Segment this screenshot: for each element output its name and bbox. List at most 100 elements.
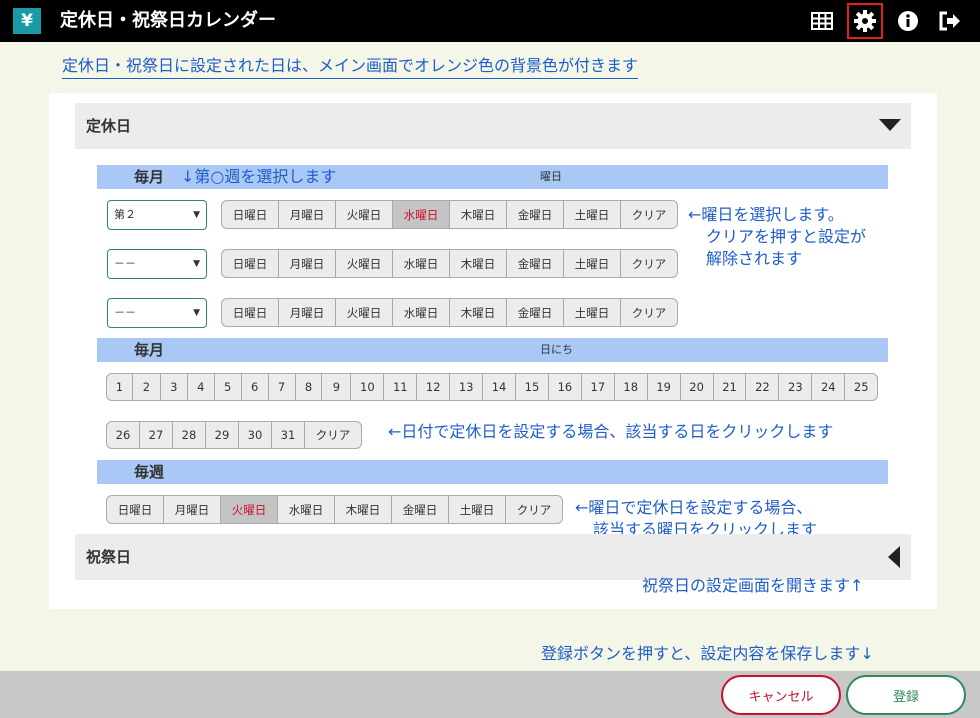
weekday-button[interactable]: 金曜日: [507, 201, 564, 228]
weekday-note-line: ←曜日を選択します。: [688, 205, 844, 224]
weekday-button[interactable]: 金曜日: [507, 299, 564, 326]
weekday-button[interactable]: 火曜日: [336, 299, 393, 326]
date-button[interactable]: 2: [133, 374, 161, 400]
date-button[interactable]: 24: [812, 374, 846, 400]
section-monthly-date: 毎月 日にち: [97, 338, 888, 362]
date-button[interactable]: 5: [215, 374, 242, 400]
date-button[interactable]: 27: [140, 422, 173, 448]
date-button[interactable]: 3: [161, 374, 188, 400]
weekday-buttons-1: 日曜日 月曜日 火曜日 水曜日 木曜日 金曜日 土曜日 クリア: [221, 200, 678, 229]
clear-button[interactable]: クリア: [621, 201, 677, 228]
date-button[interactable]: 16: [549, 374, 582, 400]
date-button[interactable]: 15: [516, 374, 549, 400]
date-button[interactable]: 19: [648, 374, 681, 400]
date-button[interactable]: 29: [206, 422, 239, 448]
date-button[interactable]: 9: [322, 374, 352, 400]
date-button[interactable]: 13: [450, 374, 484, 400]
weekly-button[interactable]: 木曜日: [335, 496, 392, 523]
weekday-button-selected[interactable]: 水曜日: [393, 201, 450, 228]
date-note: ←日付で定休日を設定する場合、該当する日をクリックします: [388, 422, 834, 441]
week-select-2[interactable]: －－ ▼: [107, 249, 207, 279]
weekday-button[interactable]: 木曜日: [450, 201, 507, 228]
save-button[interactable]: 登録: [846, 675, 966, 715]
weekly-button[interactable]: 月曜日: [164, 496, 221, 523]
chevron-down-icon: ▼: [193, 210, 200, 220]
weekday-button[interactable]: 月曜日: [279, 201, 336, 228]
date-buttons-2: 26 27 28 29 30 31 クリア: [106, 421, 362, 449]
section-title: 毎週: [134, 463, 165, 481]
section-note: ↓第○週を選択します: [181, 167, 337, 186]
section-title: 毎月: [134, 168, 165, 186]
weekday-note-line: 解除されます: [706, 249, 803, 268]
date-button[interactable]: 8: [296, 374, 323, 400]
date-button[interactable]: 12: [417, 374, 451, 400]
date-button[interactable]: 23: [779, 374, 813, 400]
date-button[interactable]: 10: [351, 374, 385, 400]
week-select-value: －－: [114, 257, 136, 270]
weekday-button[interactable]: 日曜日: [222, 299, 279, 326]
weekday-button[interactable]: 木曜日: [450, 250, 507, 277]
weekday-button[interactable]: 水曜日: [393, 299, 450, 326]
weekday-button[interactable]: 金曜日: [507, 250, 564, 277]
section-subtitle: 日にち: [540, 343, 573, 356]
date-button[interactable]: 11: [384, 374, 418, 400]
weekday-button[interactable]: 日曜日: [222, 250, 279, 277]
gear-icon[interactable]: [847, 3, 883, 39]
logout-icon[interactable]: [934, 5, 966, 37]
chevron-down-icon: ▼: [193, 259, 200, 269]
date-button[interactable]: 26: [107, 422, 140, 448]
date-button[interactable]: 21: [714, 374, 747, 400]
intro-note[interactable]: 定休日・祝祭日に設定された日は、メイン画面でオレンジ色の背景色が付きます: [62, 52, 639, 79]
clear-button[interactable]: クリア: [305, 422, 361, 448]
date-button[interactable]: 17: [582, 374, 615, 400]
weekday-button[interactable]: 月曜日: [279, 299, 336, 326]
weekday-button[interactable]: 月曜日: [279, 250, 336, 277]
date-button[interactable]: 4: [188, 374, 215, 400]
holidays-accordion-header[interactable]: 祝祭日: [75, 534, 911, 580]
info-icon[interactable]: [892, 5, 924, 37]
weekday-button[interactable]: 土曜日: [564, 250, 621, 277]
weekday-button[interactable]: 水曜日: [393, 250, 450, 277]
weekly-button[interactable]: 水曜日: [278, 496, 335, 523]
clear-button[interactable]: クリア: [621, 250, 677, 277]
date-button[interactable]: 20: [681, 374, 714, 400]
date-button[interactable]: 31: [272, 422, 305, 448]
weekday-button[interactable]: 土曜日: [564, 201, 621, 228]
weekday-note: ←曜日を選択します。 クリアを押すと設定が 解除されます: [688, 204, 866, 270]
cancel-button[interactable]: キャンセル: [721, 675, 841, 715]
date-button[interactable]: 7: [269, 374, 296, 400]
weekly-button[interactable]: 土曜日: [449, 496, 506, 523]
weekly-button[interactable]: 金曜日: [392, 496, 449, 523]
top-bar: ¥ 定休日・祝祭日カレンダー: [0, 0, 980, 42]
weekday-button[interactable]: 日曜日: [222, 201, 279, 228]
clear-button[interactable]: クリア: [621, 299, 677, 326]
holidays-title: 祝祭日: [86, 548, 132, 566]
section-title: 毎月: [134, 341, 165, 359]
date-button[interactable]: 30: [239, 422, 272, 448]
date-button[interactable]: 22: [746, 374, 780, 400]
date-button[interactable]: 1: [107, 374, 133, 400]
weekday-button[interactable]: 火曜日: [336, 201, 393, 228]
date-button[interactable]: 6: [242, 374, 269, 400]
teikyubi-title: 定休日: [86, 117, 132, 135]
weekday-button[interactable]: 火曜日: [336, 250, 393, 277]
weekly-button[interactable]: 日曜日: [107, 496, 164, 523]
teikyubi-accordion-header[interactable]: 定休日: [75, 103, 911, 149]
weekday-button[interactable]: 木曜日: [450, 299, 507, 326]
week-select-3[interactable]: －－ ▼: [107, 298, 207, 328]
date-button[interactable]: 25: [845, 374, 877, 400]
clear-button[interactable]: クリア: [506, 496, 562, 523]
date-button[interactable]: 18: [615, 374, 648, 400]
weekday-button[interactable]: 土曜日: [564, 299, 621, 326]
section-monthly-week: 毎月 ↓第○週を選択します 曜日: [97, 165, 888, 189]
date-button[interactable]: 14: [483, 374, 517, 400]
weekly-note-line: ←曜日で定休日を設定する場合、: [575, 498, 813, 517]
week-select-1[interactable]: 第２ ▼: [107, 200, 207, 230]
weekly-buttons: 日曜日 月曜日 火曜日 水曜日 木曜日 金曜日 土曜日 クリア: [106, 495, 563, 524]
date-button[interactable]: 28: [173, 422, 206, 448]
caret-left-icon: [888, 546, 900, 572]
weekly-button-selected[interactable]: 火曜日: [221, 496, 278, 523]
section-subtitle: 曜日: [540, 170, 562, 183]
week-select-value: －－: [114, 306, 136, 319]
grid-icon[interactable]: [806, 5, 838, 37]
